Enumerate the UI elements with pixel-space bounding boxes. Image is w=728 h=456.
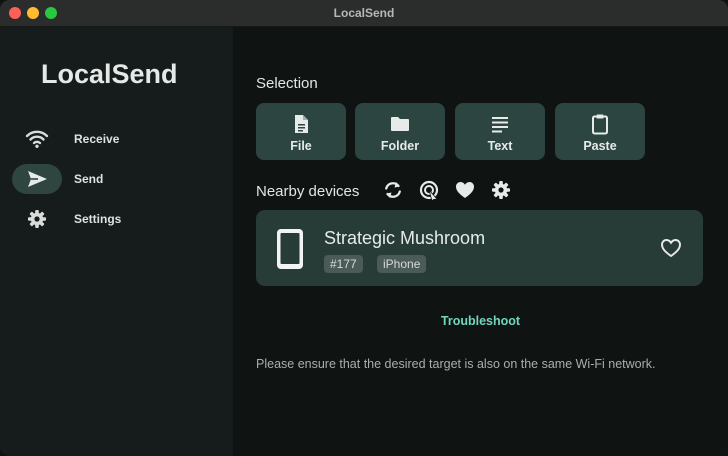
nearby-devices-title: Nearby devices bbox=[256, 183, 360, 200]
scan-icon[interactable] bbox=[418, 179, 440, 201]
file-icon bbox=[295, 115, 308, 133]
favorite-heart-icon[interactable] bbox=[660, 237, 682, 259]
gear-icon bbox=[28, 210, 46, 228]
device-name: Strategic Mushroom bbox=[324, 228, 486, 248]
sidebar: LocalSend Receive Send Settings bbox=[0, 27, 233, 456]
clipboard-icon bbox=[592, 114, 608, 135]
sidebar-item-label: Settings bbox=[74, 212, 122, 226]
sidebar-item-label: Send bbox=[74, 172, 104, 186]
network-hint: Please ensure that the desired target is… bbox=[256, 357, 656, 371]
troubleshoot-link[interactable]: Troubleshoot bbox=[233, 314, 728, 328]
text-button-label: Text bbox=[487, 139, 513, 153]
text-button[interactable]: Text bbox=[455, 103, 545, 160]
paste-button[interactable]: Paste bbox=[555, 103, 645, 160]
window-title: LocalSend bbox=[333, 6, 395, 20]
device-card[interactable]: Strategic Mushroom #177 iPhone bbox=[256, 210, 703, 286]
device-id-tag: #177 bbox=[324, 255, 363, 273]
paste-button-label: Paste bbox=[583, 139, 617, 153]
app-window: LocalSend LocalSend Receive Send Setting… bbox=[0, 0, 728, 456]
selection-title: Selection bbox=[256, 75, 318, 92]
phone-icon bbox=[277, 229, 303, 269]
gear-icon[interactable] bbox=[490, 179, 512, 201]
sidebar-item-receive[interactable]: Receive bbox=[12, 124, 222, 154]
heart-icon[interactable] bbox=[454, 179, 476, 201]
app-name: LocalSend bbox=[41, 59, 178, 89]
sidebar-item-send[interactable]: Send bbox=[12, 164, 222, 194]
folder-button-label: Folder bbox=[380, 139, 420, 153]
title-bar: LocalSend bbox=[0, 0, 728, 27]
send-icon bbox=[28, 171, 47, 187]
file-button-label: File bbox=[290, 139, 312, 153]
file-button[interactable]: File bbox=[256, 103, 346, 160]
refresh-icon[interactable] bbox=[382, 179, 404, 201]
folder-icon bbox=[391, 117, 409, 131]
sidebar-item-label: Receive bbox=[74, 132, 120, 146]
device-type-tag: iPhone bbox=[377, 255, 427, 273]
text-icon bbox=[492, 117, 508, 133]
main-content: Selection File Folder Text Paste Nearby … bbox=[233, 27, 728, 456]
folder-button[interactable]: Folder bbox=[355, 103, 445, 160]
wifi-icon bbox=[25, 130, 49, 148]
sidebar-item-settings[interactable]: Settings bbox=[12, 204, 222, 234]
